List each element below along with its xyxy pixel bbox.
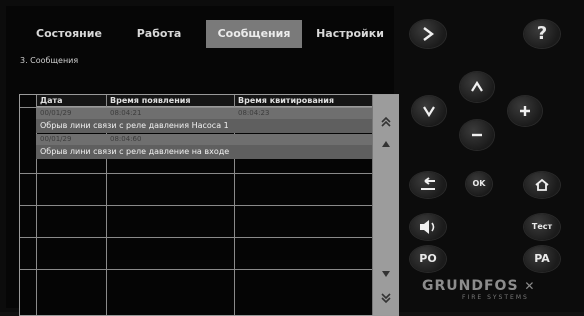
scroll-up-button[interactable]	[373, 133, 399, 155]
triangle-down-icon	[382, 271, 390, 277]
left-button[interactable]	[412, 96, 446, 126]
grid-line	[20, 205, 372, 206]
help-button[interactable]: ?	[524, 20, 560, 48]
triangle-up-icon	[382, 141, 390, 147]
grid-line	[20, 269, 372, 270]
tab-settings[interactable]: Настройки	[308, 20, 392, 48]
cross-icon: ✕	[524, 279, 536, 293]
speaker-icon	[420, 220, 435, 234]
return-arrow-icon	[421, 177, 435, 190]
double-chevron-down-icon	[381, 293, 391, 304]
keypad: ? OK Тест PO PA GRUNDFOS ✕ FIRE SYSTEMS	[398, 0, 584, 312]
caret-down-icon	[423, 106, 435, 118]
column-header-date: Дата	[36, 95, 106, 107]
panel-frame: Состояние Работа Сообщения Настройки 3. …	[0, 0, 584, 316]
breadcrumb: 3. Сообщения	[20, 56, 79, 65]
scroll-page-down-button[interactable]	[373, 287, 399, 309]
brand-name: GRUNDFOS	[422, 278, 519, 294]
grid-line	[20, 173, 372, 174]
messages-table: Дата Время появления Время квитирования …	[19, 94, 399, 316]
grid-line	[20, 237, 372, 238]
plus-icon	[520, 106, 530, 116]
test-button[interactable]: Тест	[524, 214, 560, 240]
message-text: Обрыв лини связи с реле давление на вход…	[36, 145, 372, 159]
cell-date: 00/01/29	[40, 109, 72, 117]
cell-date: 00/01/29	[40, 135, 72, 143]
scroll-page-up-button[interactable]	[373, 111, 399, 133]
ok-button[interactable]: OK	[466, 172, 492, 196]
scrollbar[interactable]	[372, 95, 399, 315]
column-header-appear-time: Время появления	[106, 95, 234, 107]
scroll-down-button[interactable]	[373, 263, 399, 285]
home-button[interactable]	[524, 172, 560, 198]
chevron-right-icon	[423, 27, 434, 41]
cell-ack-time: 08:04:23	[238, 109, 270, 117]
brand-subtitle: FIRE SYSTEMS	[462, 294, 529, 301]
minus-icon	[472, 133, 482, 137]
back-button[interactable]	[410, 172, 446, 198]
up-button[interactable]	[460, 72, 494, 102]
po-button[interactable]: PO	[410, 246, 446, 272]
cell-appear-time: 08:04:60	[110, 135, 142, 143]
plus-button[interactable]	[508, 96, 542, 126]
next-tab-button[interactable]	[410, 20, 446, 48]
home-icon	[535, 178, 549, 191]
cell-ack-time	[234, 134, 372, 145]
cell-appear-time: 08:04:21	[110, 109, 142, 117]
display-screen: Состояние Работа Сообщения Настройки 3. …	[6, 6, 399, 316]
minus-button[interactable]	[460, 120, 494, 150]
column-header-ack-time: Время квитирования	[234, 95, 372, 107]
pa-button[interactable]: PA	[524, 246, 560, 272]
caret-up-icon	[471, 80, 483, 92]
sound-button[interactable]	[410, 214, 446, 240]
tab-work[interactable]: Работа	[128, 20, 190, 48]
tab-messages[interactable]: Сообщения	[206, 20, 302, 48]
double-chevron-up-icon	[381, 116, 391, 127]
tab-status[interactable]: Состояние	[28, 20, 110, 48]
message-text: Обрыв лини связи с реле давления Насоса …	[36, 119, 372, 133]
brand-logo: GRUNDFOS ✕ FIRE SYSTEMS	[422, 278, 535, 301]
